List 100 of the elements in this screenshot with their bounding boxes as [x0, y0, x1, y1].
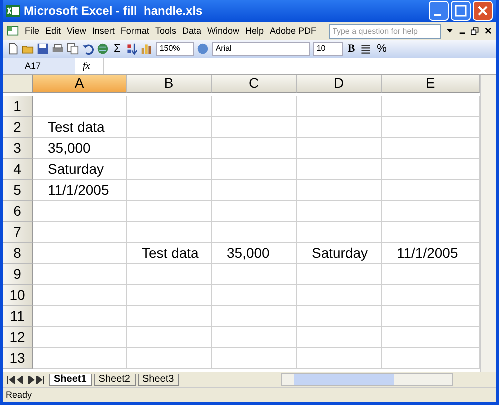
row-header[interactable]: 11	[3, 306, 33, 327]
menu-item[interactable]: Tools	[155, 26, 176, 36]
align-icon[interactable]	[360, 43, 372, 55]
grid-cell[interactable]	[33, 306, 127, 327]
help-field[interactable]: Type a question for help	[328, 24, 441, 38]
percent-button[interactable]: %	[375, 43, 389, 55]
row-header[interactable]: 8	[3, 243, 33, 264]
row-header[interactable]: 2	[3, 117, 33, 138]
grid-cell[interactable]	[127, 285, 212, 306]
row-header[interactable]: 5	[3, 180, 33, 201]
menu-item[interactable]: Insert	[92, 26, 115, 36]
worksheet-icon[interactable]	[7, 24, 20, 38]
grid-cell[interactable]: Test data	[127, 243, 212, 264]
dropdown-arrow-icon[interactable]	[446, 29, 453, 33]
row-header[interactable]: 1	[3, 96, 33, 117]
zoom-dropdown[interactable]: 150%	[156, 42, 194, 56]
grid-cell[interactable]	[297, 201, 382, 222]
sheet-tab[interactable]: Sheet2	[94, 374, 136, 386]
menu-item[interactable]: Edit	[46, 26, 62, 36]
grid-cell[interactable]	[127, 138, 212, 159]
vertical-scrollbar[interactable]	[480, 75, 496, 372]
column-header[interactable]: D	[297, 75, 382, 93]
grid-cell[interactable]	[212, 222, 297, 243]
grid-cell[interactable]	[33, 264, 127, 285]
grid-cell[interactable]	[127, 264, 212, 285]
column-header[interactable]: A	[33, 75, 127, 93]
name-box[interactable]: A17	[3, 58, 75, 74]
new-document-icon[interactable]	[7, 43, 19, 55]
chart-icon[interactable]	[140, 43, 153, 55]
row-header[interactable]: 13	[3, 348, 33, 369]
grid-cell[interactable]	[297, 117, 382, 138]
grid-cell[interactable]	[212, 138, 297, 159]
sheet-tab[interactable]: Sheet3	[138, 374, 180, 386]
grid-cell[interactable]	[297, 285, 382, 306]
column-header[interactable]: C	[212, 75, 297, 93]
grid-cell[interactable]	[33, 96, 127, 117]
grid-cell[interactable]	[33, 348, 127, 369]
grid-cell[interactable]	[212, 327, 297, 348]
grid-cell[interactable]	[212, 96, 297, 117]
copy-icon[interactable]	[67, 43, 79, 55]
font-dropdown[interactable]: Arial	[212, 42, 310, 56]
autosum-button[interactable]: Σ	[112, 43, 123, 55]
menu-item[interactable]: View	[67, 26, 86, 36]
folder-icon[interactable]	[22, 43, 34, 55]
sort-icon[interactable]	[126, 43, 138, 55]
row-header[interactable]: 9	[3, 264, 33, 285]
row-header[interactable]: 3	[3, 138, 33, 159]
printer-icon[interactable]	[52, 43, 64, 55]
grid-cell[interactable]: 35,000	[33, 138, 127, 159]
horizontal-scrollbar[interactable]	[281, 373, 454, 386]
grid-cell[interactable]	[33, 327, 127, 348]
grid-cell[interactable]	[127, 348, 212, 369]
grid-cell[interactable]	[33, 285, 127, 306]
grid-cell[interactable]	[212, 285, 297, 306]
column-header[interactable]: B	[127, 75, 212, 93]
grid-cell[interactable]	[127, 180, 212, 201]
menu-item[interactable]: Help	[245, 26, 264, 36]
globe-icon[interactable]	[97, 43, 109, 55]
grid-cell[interactable]	[212, 348, 297, 369]
grid-cell[interactable]	[127, 201, 212, 222]
grid-cell[interactable]	[127, 117, 212, 138]
menu-item[interactable]: Adobe PDF	[270, 26, 317, 36]
menu-item[interactable]: Window	[207, 26, 240, 36]
grid-cell[interactable]	[127, 159, 212, 180]
grid-cell[interactable]: Saturday	[297, 243, 382, 264]
tab-scroll-icon[interactable]	[7, 376, 47, 384]
menu-item[interactable]: Format	[120, 26, 150, 36]
grid-cell[interactable]	[212, 117, 297, 138]
grid-cell[interactable]	[212, 306, 297, 327]
grid-cell[interactable]: Test data	[33, 117, 127, 138]
function-button[interactable]: fx	[75, 60, 103, 72]
grid-cell[interactable]	[297, 327, 382, 348]
grid-cell[interactable]	[33, 222, 127, 243]
row-header[interactable]: 4	[3, 159, 33, 180]
font-size-dropdown[interactable]: 10	[312, 42, 343, 56]
grid-cell[interactable]	[297, 222, 382, 243]
maximize-icon[interactable]	[451, 1, 471, 21]
grid-cell[interactable]	[127, 306, 212, 327]
menu-item[interactable]: Data	[182, 26, 202, 36]
row-header[interactable]: 7	[3, 222, 33, 243]
grid-cell[interactable]: 11/1/2005	[33, 180, 127, 201]
menu-item[interactable]: File	[25, 26, 40, 36]
grid-cell[interactable]	[33, 201, 127, 222]
grid-cell[interactable]	[212, 159, 297, 180]
grid-cell[interactable]	[297, 159, 382, 180]
grid-cell[interactable]	[127, 96, 212, 117]
grid-cell[interactable]: 35,000	[212, 243, 297, 264]
grid-cell[interactable]	[297, 348, 382, 369]
grid-cell[interactable]	[297, 306, 382, 327]
select-all-corner[interactable]	[3, 75, 33, 93]
row-header[interactable]: 6	[3, 201, 33, 222]
column-header[interactable]: E	[382, 75, 480, 93]
bold-button[interactable]: B	[346, 43, 358, 55]
grid-cell[interactable]	[212, 201, 297, 222]
row-header[interactable]: 10	[3, 285, 33, 306]
sheet-tab[interactable]: Sheet1	[49, 374, 92, 386]
save-icon[interactable]	[37, 43, 49, 55]
grid-cell[interactable]	[212, 180, 297, 201]
grid-cell[interactable]: Saturday	[33, 159, 127, 180]
grid-cell[interactable]	[127, 327, 212, 348]
